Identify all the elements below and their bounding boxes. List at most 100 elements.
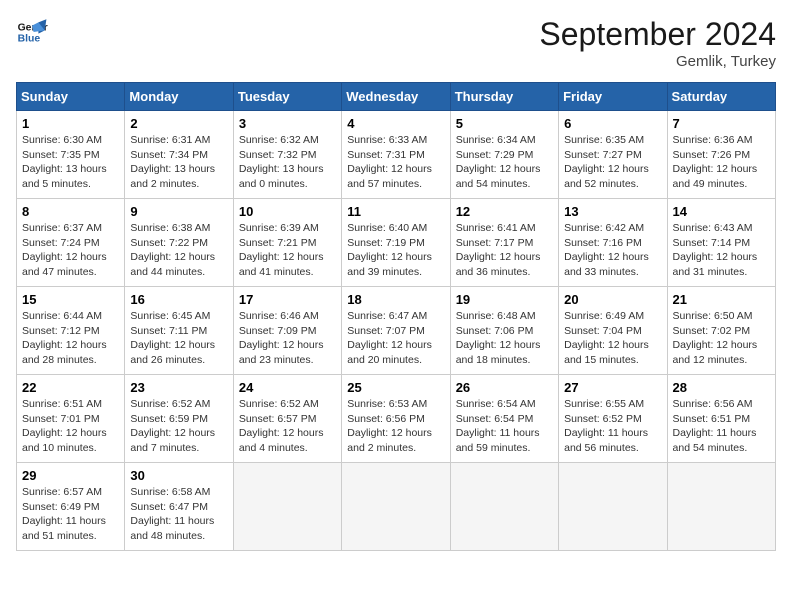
day-info: Sunrise: 6:53 AMSunset: 6:56 PMDaylight:…: [347, 398, 432, 454]
day-number: 5: [456, 116, 553, 131]
day-number: 1: [22, 116, 119, 131]
table-row: [559, 463, 667, 551]
day-number: 27: [564, 380, 661, 395]
calendar-table: Sunday Monday Tuesday Wednesday Thursday…: [16, 82, 776, 551]
col-tuesday: Tuesday: [233, 83, 341, 111]
table-row: 27 Sunrise: 6:55 AMSunset: 6:52 PMDaylig…: [559, 375, 667, 463]
day-info: Sunrise: 6:52 AMSunset: 6:57 PMDaylight:…: [239, 398, 324, 454]
table-row: 24 Sunrise: 6:52 AMSunset: 6:57 PMDaylig…: [233, 375, 341, 463]
col-saturday: Saturday: [667, 83, 775, 111]
day-info: Sunrise: 6:57 AMSunset: 6:49 PMDaylight:…: [22, 486, 106, 542]
day-number: 8: [22, 204, 119, 219]
day-info: Sunrise: 6:38 AMSunset: 7:22 PMDaylight:…: [130, 222, 215, 278]
week-row-2: 8 Sunrise: 6:37 AMSunset: 7:24 PMDayligh…: [17, 199, 776, 287]
table-row: 29 Sunrise: 6:57 AMSunset: 6:49 PMDaylig…: [17, 463, 125, 551]
week-row-4: 22 Sunrise: 6:51 AMSunset: 7:01 PMDaylig…: [17, 375, 776, 463]
table-row: 12 Sunrise: 6:41 AMSunset: 7:17 PMDaylig…: [450, 199, 558, 287]
day-number: 22: [22, 380, 119, 395]
day-info: Sunrise: 6:34 AMSunset: 7:29 PMDaylight:…: [456, 134, 541, 190]
day-number: 2: [130, 116, 227, 131]
day-number: 15: [22, 292, 119, 307]
day-info: Sunrise: 6:45 AMSunset: 7:11 PMDaylight:…: [130, 310, 215, 366]
day-info: Sunrise: 6:43 AMSunset: 7:14 PMDaylight:…: [673, 222, 758, 278]
day-number: 17: [239, 292, 336, 307]
col-wednesday: Wednesday: [342, 83, 450, 111]
table-row: [233, 463, 341, 551]
table-row: 8 Sunrise: 6:37 AMSunset: 7:24 PMDayligh…: [17, 199, 125, 287]
day-number: 3: [239, 116, 336, 131]
header-row: Sunday Monday Tuesday Wednesday Thursday…: [17, 83, 776, 111]
day-number: 4: [347, 116, 444, 131]
table-row: [667, 463, 775, 551]
table-row: 11 Sunrise: 6:40 AMSunset: 7:19 PMDaylig…: [342, 199, 450, 287]
day-info: Sunrise: 6:49 AMSunset: 7:04 PMDaylight:…: [564, 310, 649, 366]
table-row: 9 Sunrise: 6:38 AMSunset: 7:22 PMDayligh…: [125, 199, 233, 287]
table-row: 1 Sunrise: 6:30 AMSunset: 7:35 PMDayligh…: [17, 111, 125, 199]
table-row: 17 Sunrise: 6:46 AMSunset: 7:09 PMDaylig…: [233, 287, 341, 375]
week-row-3: 15 Sunrise: 6:44 AMSunset: 7:12 PMDaylig…: [17, 287, 776, 375]
table-row: 20 Sunrise: 6:49 AMSunset: 7:04 PMDaylig…: [559, 287, 667, 375]
day-info: Sunrise: 6:40 AMSunset: 7:19 PMDaylight:…: [347, 222, 432, 278]
table-row: 15 Sunrise: 6:44 AMSunset: 7:12 PMDaylig…: [17, 287, 125, 375]
col-thursday: Thursday: [450, 83, 558, 111]
table-row: 23 Sunrise: 6:52 AMSunset: 6:59 PMDaylig…: [125, 375, 233, 463]
day-number: 16: [130, 292, 227, 307]
day-info: Sunrise: 6:41 AMSunset: 7:17 PMDaylight:…: [456, 222, 541, 278]
table-row: 25 Sunrise: 6:53 AMSunset: 6:56 PMDaylig…: [342, 375, 450, 463]
svg-text:Blue: Blue: [18, 34, 41, 45]
month-title: September 2024: [539, 16, 776, 53]
table-row: [342, 463, 450, 551]
day-number: 12: [456, 204, 553, 219]
header: General Blue September 2024 Gemlik, Turk…: [16, 16, 776, 70]
day-number: 6: [564, 116, 661, 131]
day-info: Sunrise: 6:52 AMSunset: 6:59 PMDaylight:…: [130, 398, 215, 454]
day-number: 23: [130, 380, 227, 395]
day-number: 20: [564, 292, 661, 307]
col-monday: Monday: [125, 83, 233, 111]
day-number: 18: [347, 292, 444, 307]
table-row: 5 Sunrise: 6:34 AMSunset: 7:29 PMDayligh…: [450, 111, 558, 199]
day-number: 14: [673, 204, 770, 219]
day-info: Sunrise: 6:44 AMSunset: 7:12 PMDaylight:…: [22, 310, 107, 366]
col-friday: Friday: [559, 83, 667, 111]
table-row: 21 Sunrise: 6:50 AMSunset: 7:02 PMDaylig…: [667, 287, 775, 375]
day-number: 13: [564, 204, 661, 219]
col-sunday: Sunday: [17, 83, 125, 111]
table-row: 26 Sunrise: 6:54 AMSunset: 6:54 PMDaylig…: [450, 375, 558, 463]
day-info: Sunrise: 6:36 AMSunset: 7:26 PMDaylight:…: [673, 134, 758, 190]
day-info: Sunrise: 6:39 AMSunset: 7:21 PMDaylight:…: [239, 222, 324, 278]
week-row-1: 1 Sunrise: 6:30 AMSunset: 7:35 PMDayligh…: [17, 111, 776, 199]
table-row: 2 Sunrise: 6:31 AMSunset: 7:34 PMDayligh…: [125, 111, 233, 199]
day-info: Sunrise: 6:35 AMSunset: 7:27 PMDaylight:…: [564, 134, 649, 190]
day-number: 7: [673, 116, 770, 131]
day-info: Sunrise: 6:47 AMSunset: 7:07 PMDaylight:…: [347, 310, 432, 366]
table-row: [450, 463, 558, 551]
day-info: Sunrise: 6:31 AMSunset: 7:34 PMDaylight:…: [130, 134, 215, 190]
day-number: 11: [347, 204, 444, 219]
day-info: Sunrise: 6:42 AMSunset: 7:16 PMDaylight:…: [564, 222, 649, 278]
logo: General Blue: [16, 16, 48, 48]
day-info: Sunrise: 6:55 AMSunset: 6:52 PMDaylight:…: [564, 398, 648, 454]
day-info: Sunrise: 6:56 AMSunset: 6:51 PMDaylight:…: [673, 398, 757, 454]
table-row: 22 Sunrise: 6:51 AMSunset: 7:01 PMDaylig…: [17, 375, 125, 463]
table-row: 10 Sunrise: 6:39 AMSunset: 7:21 PMDaylig…: [233, 199, 341, 287]
table-row: 18 Sunrise: 6:47 AMSunset: 7:07 PMDaylig…: [342, 287, 450, 375]
table-row: 30 Sunrise: 6:58 AMSunset: 6:47 PMDaylig…: [125, 463, 233, 551]
day-number: 24: [239, 380, 336, 395]
table-row: 7 Sunrise: 6:36 AMSunset: 7:26 PMDayligh…: [667, 111, 775, 199]
table-row: 16 Sunrise: 6:45 AMSunset: 7:11 PMDaylig…: [125, 287, 233, 375]
day-info: Sunrise: 6:58 AMSunset: 6:47 PMDaylight:…: [130, 486, 214, 542]
day-number: 26: [456, 380, 553, 395]
logo-icon: General Blue: [16, 16, 48, 48]
table-row: 28 Sunrise: 6:56 AMSunset: 6:51 PMDaylig…: [667, 375, 775, 463]
table-row: 3 Sunrise: 6:32 AMSunset: 7:32 PMDayligh…: [233, 111, 341, 199]
day-number: 9: [130, 204, 227, 219]
day-info: Sunrise: 6:51 AMSunset: 7:01 PMDaylight:…: [22, 398, 107, 454]
table-row: 19 Sunrise: 6:48 AMSunset: 7:06 PMDaylig…: [450, 287, 558, 375]
day-number: 10: [239, 204, 336, 219]
day-number: 19: [456, 292, 553, 307]
table-row: 6 Sunrise: 6:35 AMSunset: 7:27 PMDayligh…: [559, 111, 667, 199]
location: Gemlik, Turkey: [539, 53, 776, 70]
day-number: 28: [673, 380, 770, 395]
day-info: Sunrise: 6:32 AMSunset: 7:32 PMDaylight:…: [239, 134, 324, 190]
